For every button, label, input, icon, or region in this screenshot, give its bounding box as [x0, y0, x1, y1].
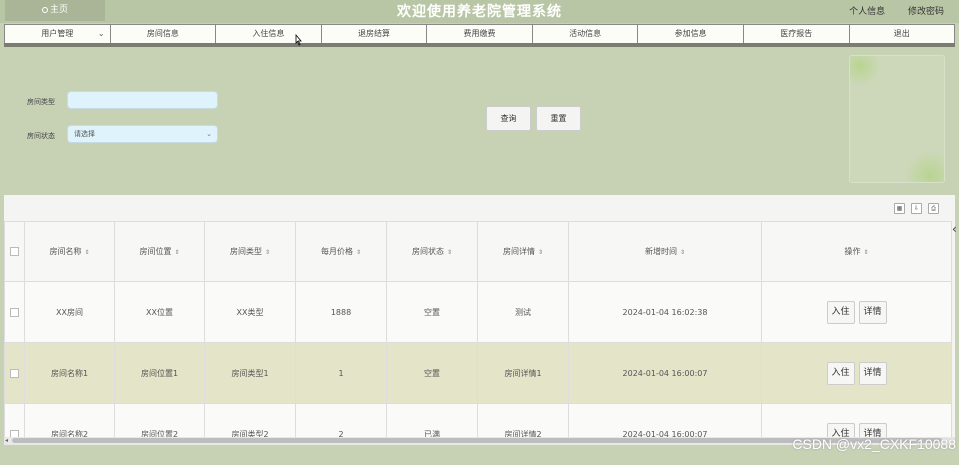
column-header[interactable]: 房间名称 ⇕ [24, 221, 115, 282]
column-header: 操作 ⇕ [761, 221, 952, 282]
table-cell: 房间名称1 [24, 342, 115, 404]
chevron-left-icon[interactable]: ‹ [952, 222, 957, 236]
column-header-label: 房间详情 [502, 247, 535, 256]
query-button[interactable]: 查询 [486, 106, 531, 131]
columns-icon[interactable]: ▦ [894, 203, 905, 214]
nav-label: 退出 [893, 29, 910, 38]
chevron-down-icon: ⌄ [97, 29, 105, 38]
nav-label: 费用缴费 [463, 29, 496, 38]
table-cell: 空置 [386, 281, 478, 343]
profile-link[interactable]: 个人信息 [849, 7, 885, 17]
checkin-button[interactable]: 入住 [826, 300, 855, 324]
table-header-row: 房间名称 ⇕ 房间位置 ⇕ 房间类型 ⇕ 每月价格 ⇕ 房间状态 ⇕ 房间详情 ⇕ 新增时间… [4, 221, 952, 282]
nav-label: 医疗报告 [780, 29, 813, 38]
actions-cell: 入住 详情 [761, 281, 952, 343]
decorative-glow [905, 151, 944, 182]
table-cell: 1 [295, 342, 387, 404]
nav-label: 用户管理 [41, 29, 74, 38]
room-status-label: 房间状态 [27, 132, 55, 140]
export-icon[interactable]: ⇩ [911, 203, 922, 214]
chevron-down-icon: ⌄ [206, 130, 212, 138]
table-cell: 1888 [295, 281, 387, 343]
nav-label: 参加信息 [674, 29, 707, 38]
nav-activity-info[interactable]: 活动信息 [533, 25, 639, 43]
column-header-label: 房间状态 [411, 247, 444, 256]
table-cell: 房间类型1 [204, 342, 296, 404]
column-header-label: 房间名称 [49, 247, 82, 256]
table-cell: 2024-01-04 16:02:38 [568, 281, 762, 343]
table-cell: 房间详情1 [477, 342, 569, 404]
room-status-select[interactable]: 请选择 ⌄ [67, 125, 218, 143]
nav-label: 退房结算 [357, 29, 390, 38]
sort-icon[interactable]: ⇕ [680, 249, 685, 256]
main-nav: 用户管理 ⌄ 房间信息 入住信息 退房结算 费用缴费 活动信息 参加信息 医疗报告… [4, 24, 955, 44]
nav-user-management[interactable]: 用户管理 ⌄ [5, 25, 111, 43]
decorative-panel [849, 55, 945, 183]
nav-room-info[interactable]: 房间信息 [111, 25, 217, 43]
sort-icon[interactable]: ⇕ [265, 249, 270, 256]
sort-icon[interactable]: ⇕ [447, 249, 452, 256]
room-type-label: 房间类型 [27, 98, 55, 106]
select-all-checkbox[interactable] [10, 247, 19, 256]
search-panel: 房间类型 房间状态 请选择 ⌄ 查询 重置 [4, 48, 955, 194]
column-header-label: 操作 [844, 247, 861, 256]
details-button[interactable]: 详情 [858, 300, 887, 324]
select-all-cell[interactable] [4, 221, 25, 282]
column-header[interactable]: 房间位置 ⇕ [114, 221, 205, 282]
table-row[interactable]: 房间名称1 房间位置1 房间类型1 1 空置 房间详情1 2024-01-04 … [4, 342, 952, 404]
nav-label: 活动信息 [569, 29, 602, 38]
row-select-cell[interactable] [4, 281, 25, 343]
column-header[interactable]: 房间类型 ⇕ [204, 221, 296, 282]
column-header-label: 房间位置 [139, 247, 172, 256]
top-header: 主页 欢迎使用养老院管理系统 个人信息 修改密码 [0, 0, 959, 23]
decorative-glow [850, 56, 880, 86]
sort-icon[interactable]: ⇕ [174, 249, 179, 256]
table-cell: XX类型 [204, 281, 296, 343]
table-row[interactable]: XX房间 XX位置 XX类型 1888 空置 测试 2024-01-04 16:… [4, 281, 952, 343]
row-select-cell[interactable] [4, 342, 25, 404]
scroll-left-icon[interactable]: ◂ [5, 437, 8, 444]
room-table: 房间名称 ⇕ 房间位置 ⇕ 房间类型 ⇕ 每月价格 ⇕ 房间状态 ⇕ 房间详情 ⇕ 新增时间… [4, 221, 952, 445]
checkin-button[interactable]: 入住 [826, 361, 855, 385]
room-table-panel: ▦ ⇩ ⎙ 房间名称 ⇕ 房间位置 ⇕ 房间类型 ⇕ 每月价格 ⇕ 房间状态 ⇕ 房间详情… [4, 195, 955, 445]
table-cell: 空置 [386, 342, 478, 404]
row-checkbox[interactable] [10, 307, 19, 317]
actions-cell: 入住 详情 [761, 342, 952, 404]
column-header-label: 房间类型 [229, 247, 262, 256]
column-header[interactable]: 房间详情 ⇕ [477, 221, 569, 282]
details-button[interactable]: 详情 [858, 361, 887, 385]
table-cell: 测试 [477, 281, 569, 343]
room-type-input[interactable] [67, 91, 218, 109]
nav-checkin-info[interactable]: 入住信息 [216, 25, 322, 43]
table-cell: 2024-01-04 16:00:07 [568, 342, 762, 404]
room-status-placeholder: 请选择 [74, 130, 95, 138]
column-header-label: 新增时间 [644, 247, 677, 256]
reset-button[interactable]: 重置 [536, 106, 581, 131]
column-header-label: 每月价格 [320, 247, 353, 256]
nav-fee-payment[interactable]: 费用缴费 [427, 25, 533, 43]
change-password-link[interactable]: 修改密码 [908, 7, 944, 17]
print-icon[interactable]: ⎙ [928, 203, 939, 214]
sort-icon[interactable]: ⇕ [84, 249, 89, 256]
column-header[interactable]: 每月价格 ⇕ [295, 221, 387, 282]
watermark: CSDN @vx2_CXKF10088 [792, 436, 956, 452]
nav-label: 入住信息 [252, 29, 285, 38]
row-checkbox[interactable] [10, 368, 19, 378]
table-cell: 房间位置1 [114, 342, 205, 404]
sort-icon[interactable]: ⇕ [356, 249, 361, 256]
column-header[interactable]: 房间状态 ⇕ [386, 221, 478, 282]
system-title: 欢迎使用养老院管理系统 [397, 4, 562, 20]
nav-logout[interactable]: 退出 [850, 25, 955, 43]
sort-icon[interactable]: ⇕ [538, 249, 543, 256]
nav-checkout-settlement[interactable]: 退房结算 [322, 25, 428, 43]
nav-participation-info[interactable]: 参加信息 [638, 25, 744, 43]
nav-medical-report[interactable]: 医疗报告 [744, 25, 850, 43]
sort-icon[interactable]: ⇕ [863, 249, 868, 256]
table-cell: XX房间 [24, 281, 115, 343]
nav-divider [4, 43, 955, 47]
mouse-pointer-icon [295, 34, 302, 46]
nav-label: 房间信息 [146, 29, 179, 38]
table-cell: XX位置 [114, 281, 205, 343]
column-header[interactable]: 新增时间 ⇕ [568, 221, 762, 282]
